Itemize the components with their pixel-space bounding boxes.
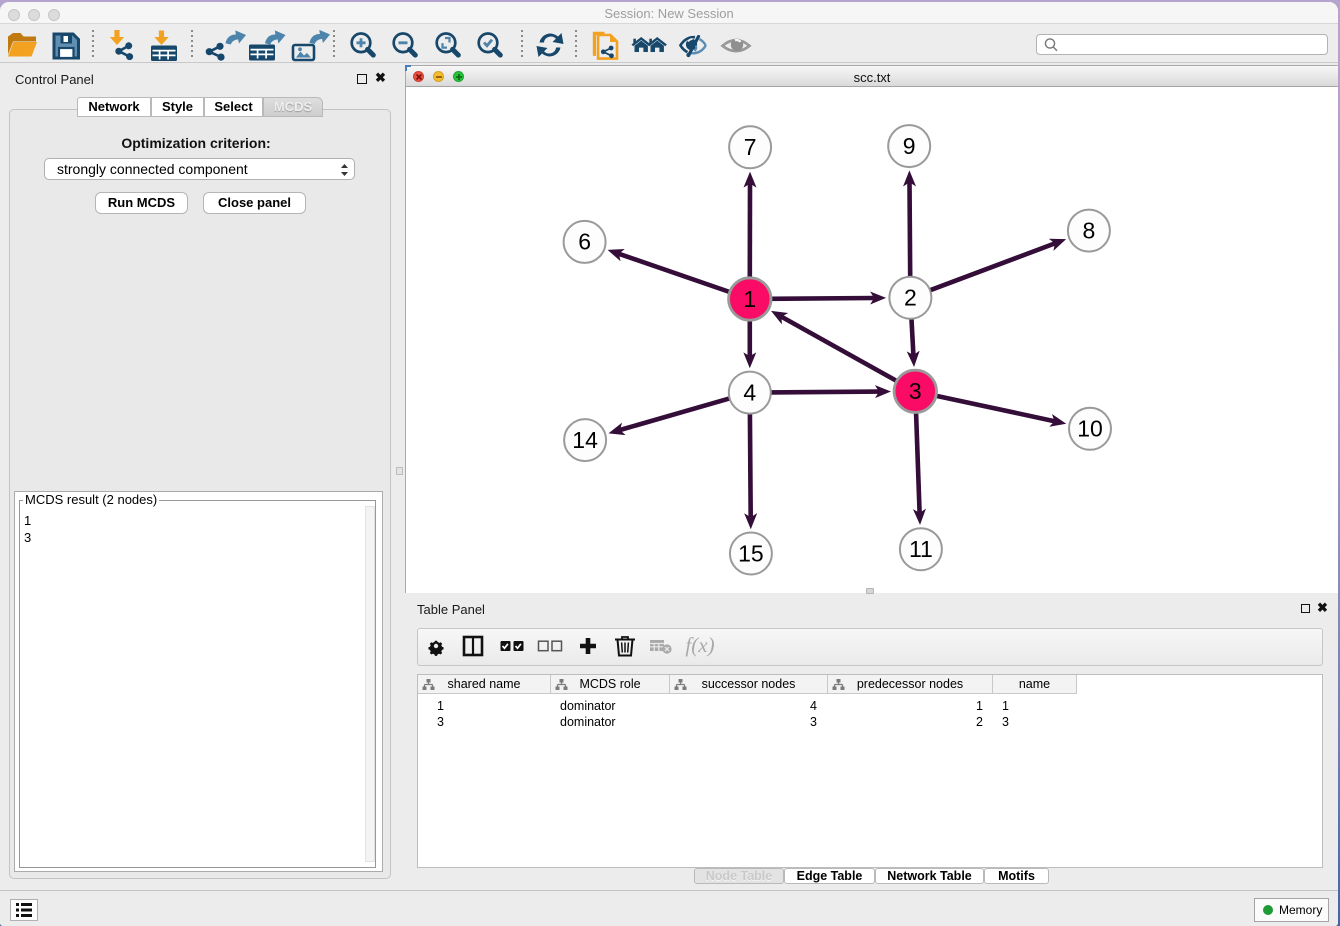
svg-text:3: 3 [909,378,922,404]
svg-text:f(x): f(x) [685,633,714,657]
svg-text:9: 9 [903,133,916,159]
svg-text:10: 10 [1077,416,1103,442]
svg-text:11: 11 [909,536,933,562]
svg-text:15: 15 [738,540,764,566]
svg-text:4: 4 [743,379,756,405]
svg-text:14: 14 [572,427,598,453]
svg-text:7: 7 [744,134,757,160]
svg-text:2: 2 [904,285,917,311]
svg-text:6: 6 [578,229,591,255]
svg-text:8: 8 [1083,217,1096,243]
svg-text:1: 1 [743,286,756,312]
